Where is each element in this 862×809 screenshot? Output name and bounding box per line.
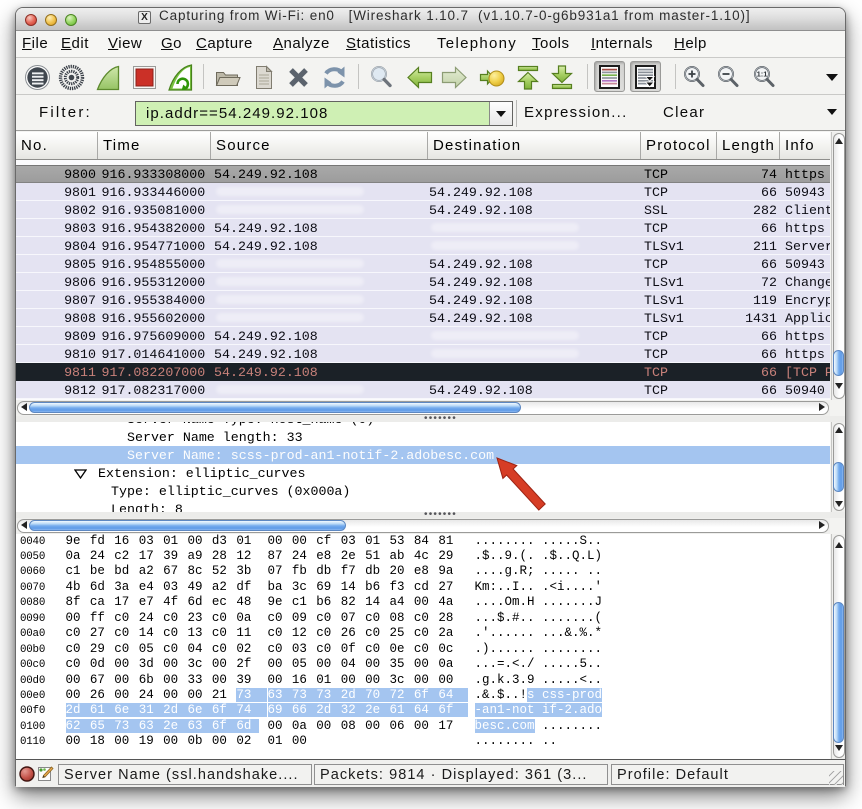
svg-text:1:1: 1:1 bbox=[757, 69, 768, 78]
